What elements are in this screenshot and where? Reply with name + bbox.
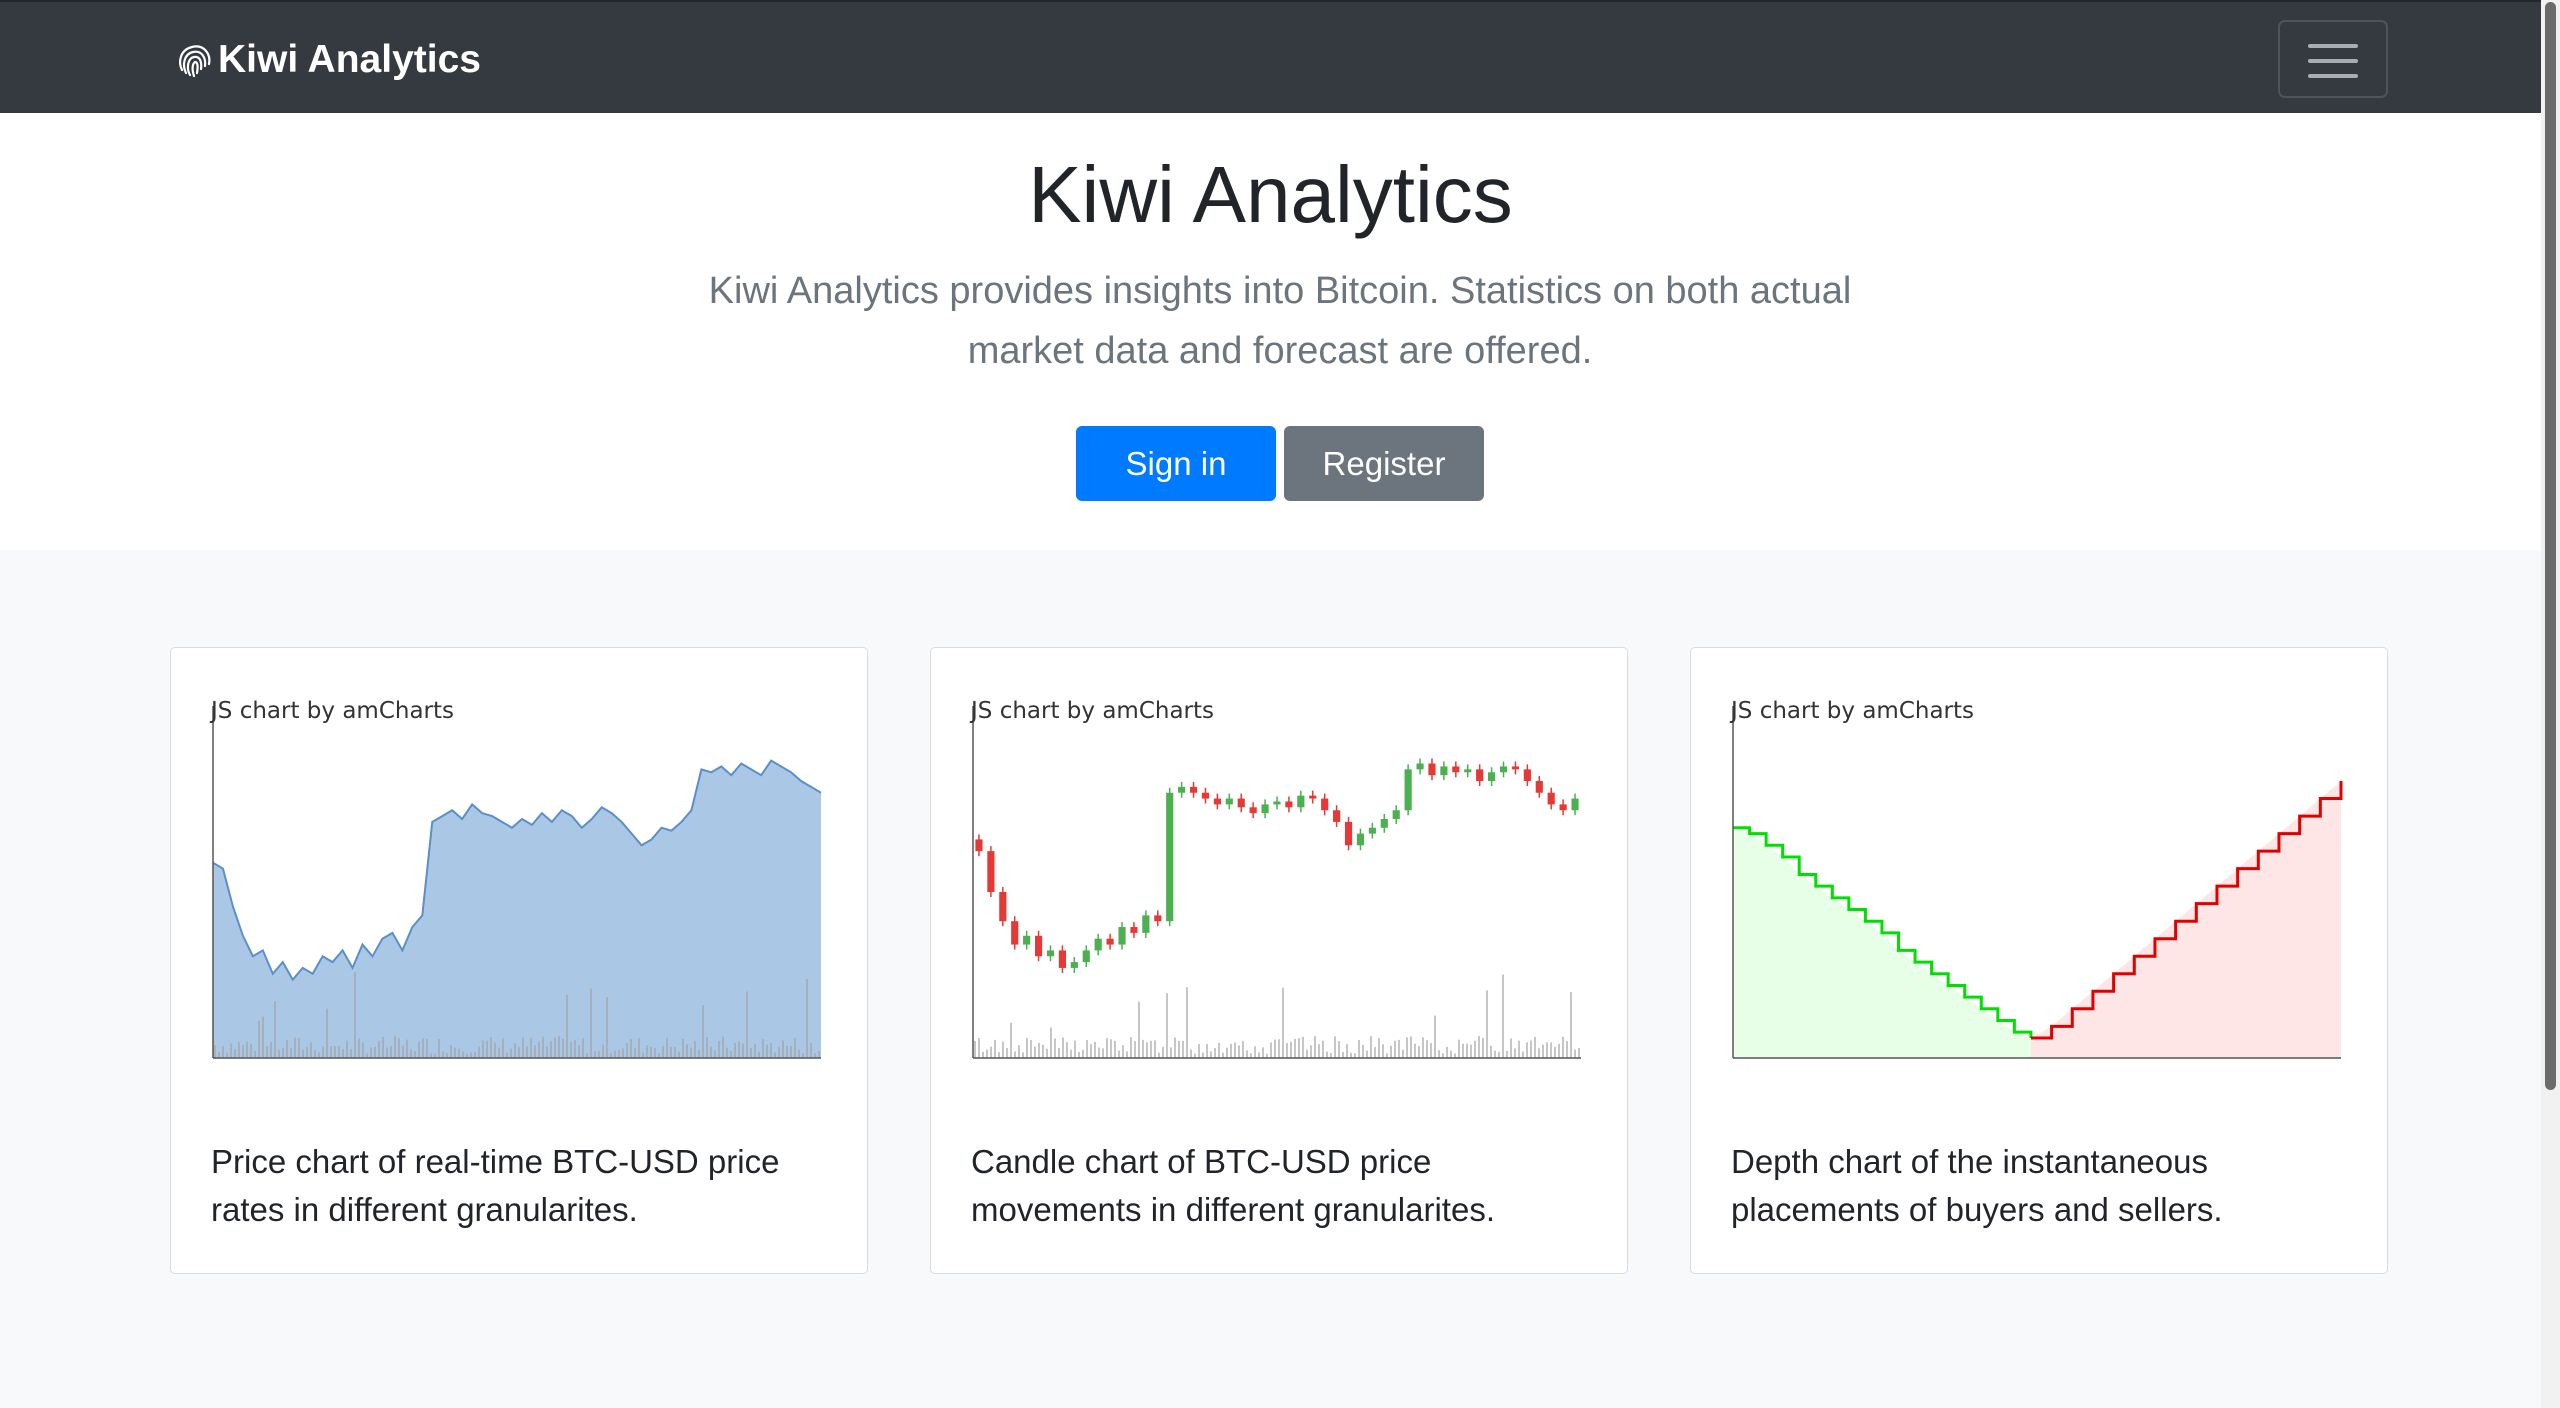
candle — [1189, 786, 1198, 793]
hero-lead: Kiwi Analytics provides insights into Bi… — [708, 270, 1852, 372]
candle — [1142, 915, 1150, 933]
candle — [1476, 769, 1484, 782]
asks-area — [2030, 781, 2341, 1058]
card-description: Depth chart of the instantaneous placeme… — [1731, 1143, 2223, 1228]
candle — [1261, 804, 1269, 814]
candle — [1082, 950, 1090, 963]
candle — [1333, 810, 1341, 822]
candle — [1309, 795, 1317, 799]
candle — [1154, 915, 1162, 922]
depth-chart — [1732, 706, 2343, 1059]
candle — [1344, 821, 1353, 846]
card-description: Price chart of real-time BTC-USD price r… — [211, 1143, 780, 1228]
candle — [1058, 950, 1066, 968]
candle — [1547, 792, 1555, 805]
register-button[interactable]: Register — [1284, 426, 1484, 501]
page-scrollbar[interactable] — [2541, 0, 2560, 1408]
candle — [1285, 801, 1293, 808]
candle — [1440, 766, 1448, 776]
candle — [1368, 827, 1376, 834]
candle — [1321, 798, 1329, 811]
candle — [1201, 792, 1210, 799]
hamburger-icon-bar — [2308, 74, 2358, 78]
candle — [1428, 763, 1436, 776]
page-title: Kiwi Analytics — [1028, 150, 1513, 239]
brand-link[interactable]: Kiwi Analytics — [174, 32, 481, 87]
chart-credit-link[interactable]: JS chart by amCharts — [1731, 698, 1974, 724]
depth-chart-card: JS chart by amCharts Depth chart of the … — [1690, 647, 2388, 1274]
candle — [1416, 763, 1424, 770]
hamburger-icon-bar — [2308, 59, 2358, 63]
candle — [1523, 769, 1531, 782]
candle — [1273, 801, 1281, 805]
candle — [1392, 810, 1400, 819]
candle-chart — [972, 706, 1581, 1059]
candle — [1046, 950, 1055, 957]
candle — [1249, 807, 1257, 814]
navbar: Kiwi Analytics — [0, 0, 2541, 113]
candle-chart-card: JS chart by amCharts Candle chart of BTC… — [930, 647, 1628, 1274]
card-description: Candle chart of BTC-USD price movements … — [971, 1143, 1495, 1228]
hamburger-icon — [2308, 44, 2358, 48]
candle — [1011, 921, 1019, 945]
candle — [987, 851, 995, 892]
candle — [1106, 938, 1114, 945]
candle — [1213, 798, 1221, 805]
candle — [1118, 927, 1126, 945]
candle — [1499, 766, 1508, 773]
candle — [1094, 938, 1102, 951]
chart-credit-link[interactable]: JS chart by amCharts — [971, 698, 1214, 724]
candle — [1166, 792, 1174, 922]
candle — [1178, 786, 1186, 793]
scrollbar-thumb[interactable] — [2545, 2, 2556, 1090]
candle — [1535, 781, 1543, 793]
candle — [1237, 798, 1245, 808]
price-area — [213, 760, 821, 1058]
fingerprint-icon — [179, 44, 211, 77]
candle — [1023, 935, 1031, 945]
candle — [1130, 927, 1138, 933]
candle — [1404, 769, 1412, 811]
candle — [1225, 798, 1233, 805]
sign-in-button[interactable]: Sign in — [1076, 426, 1276, 501]
candle — [975, 839, 983, 852]
candle — [1559, 804, 1567, 811]
candle — [1452, 766, 1460, 773]
candle — [1034, 935, 1043, 957]
bids-area — [1733, 827, 2031, 1058]
candle — [1488, 772, 1496, 782]
chart-credit-link[interactable]: JS chart by amCharts — [211, 698, 454, 724]
navbar-toggle-button[interactable] — [2278, 20, 2388, 98]
candle — [1356, 833, 1365, 846]
brand-name: Kiwi Analytics — [218, 37, 481, 81]
hero-section: Kiwi Analytics Kiwi Analytics provides i… — [0, 113, 2541, 550]
candle — [1464, 769, 1472, 773]
price-chart — [212, 706, 822, 1059]
candle — [999, 892, 1007, 922]
candle — [1511, 766, 1520, 770]
candle — [1571, 798, 1579, 811]
candle — [1380, 819, 1388, 828]
candle — [1297, 795, 1305, 808]
candle — [1070, 962, 1078, 968]
price-chart-card: JS chart by amCharts Price chart of real… — [170, 647, 868, 1274]
